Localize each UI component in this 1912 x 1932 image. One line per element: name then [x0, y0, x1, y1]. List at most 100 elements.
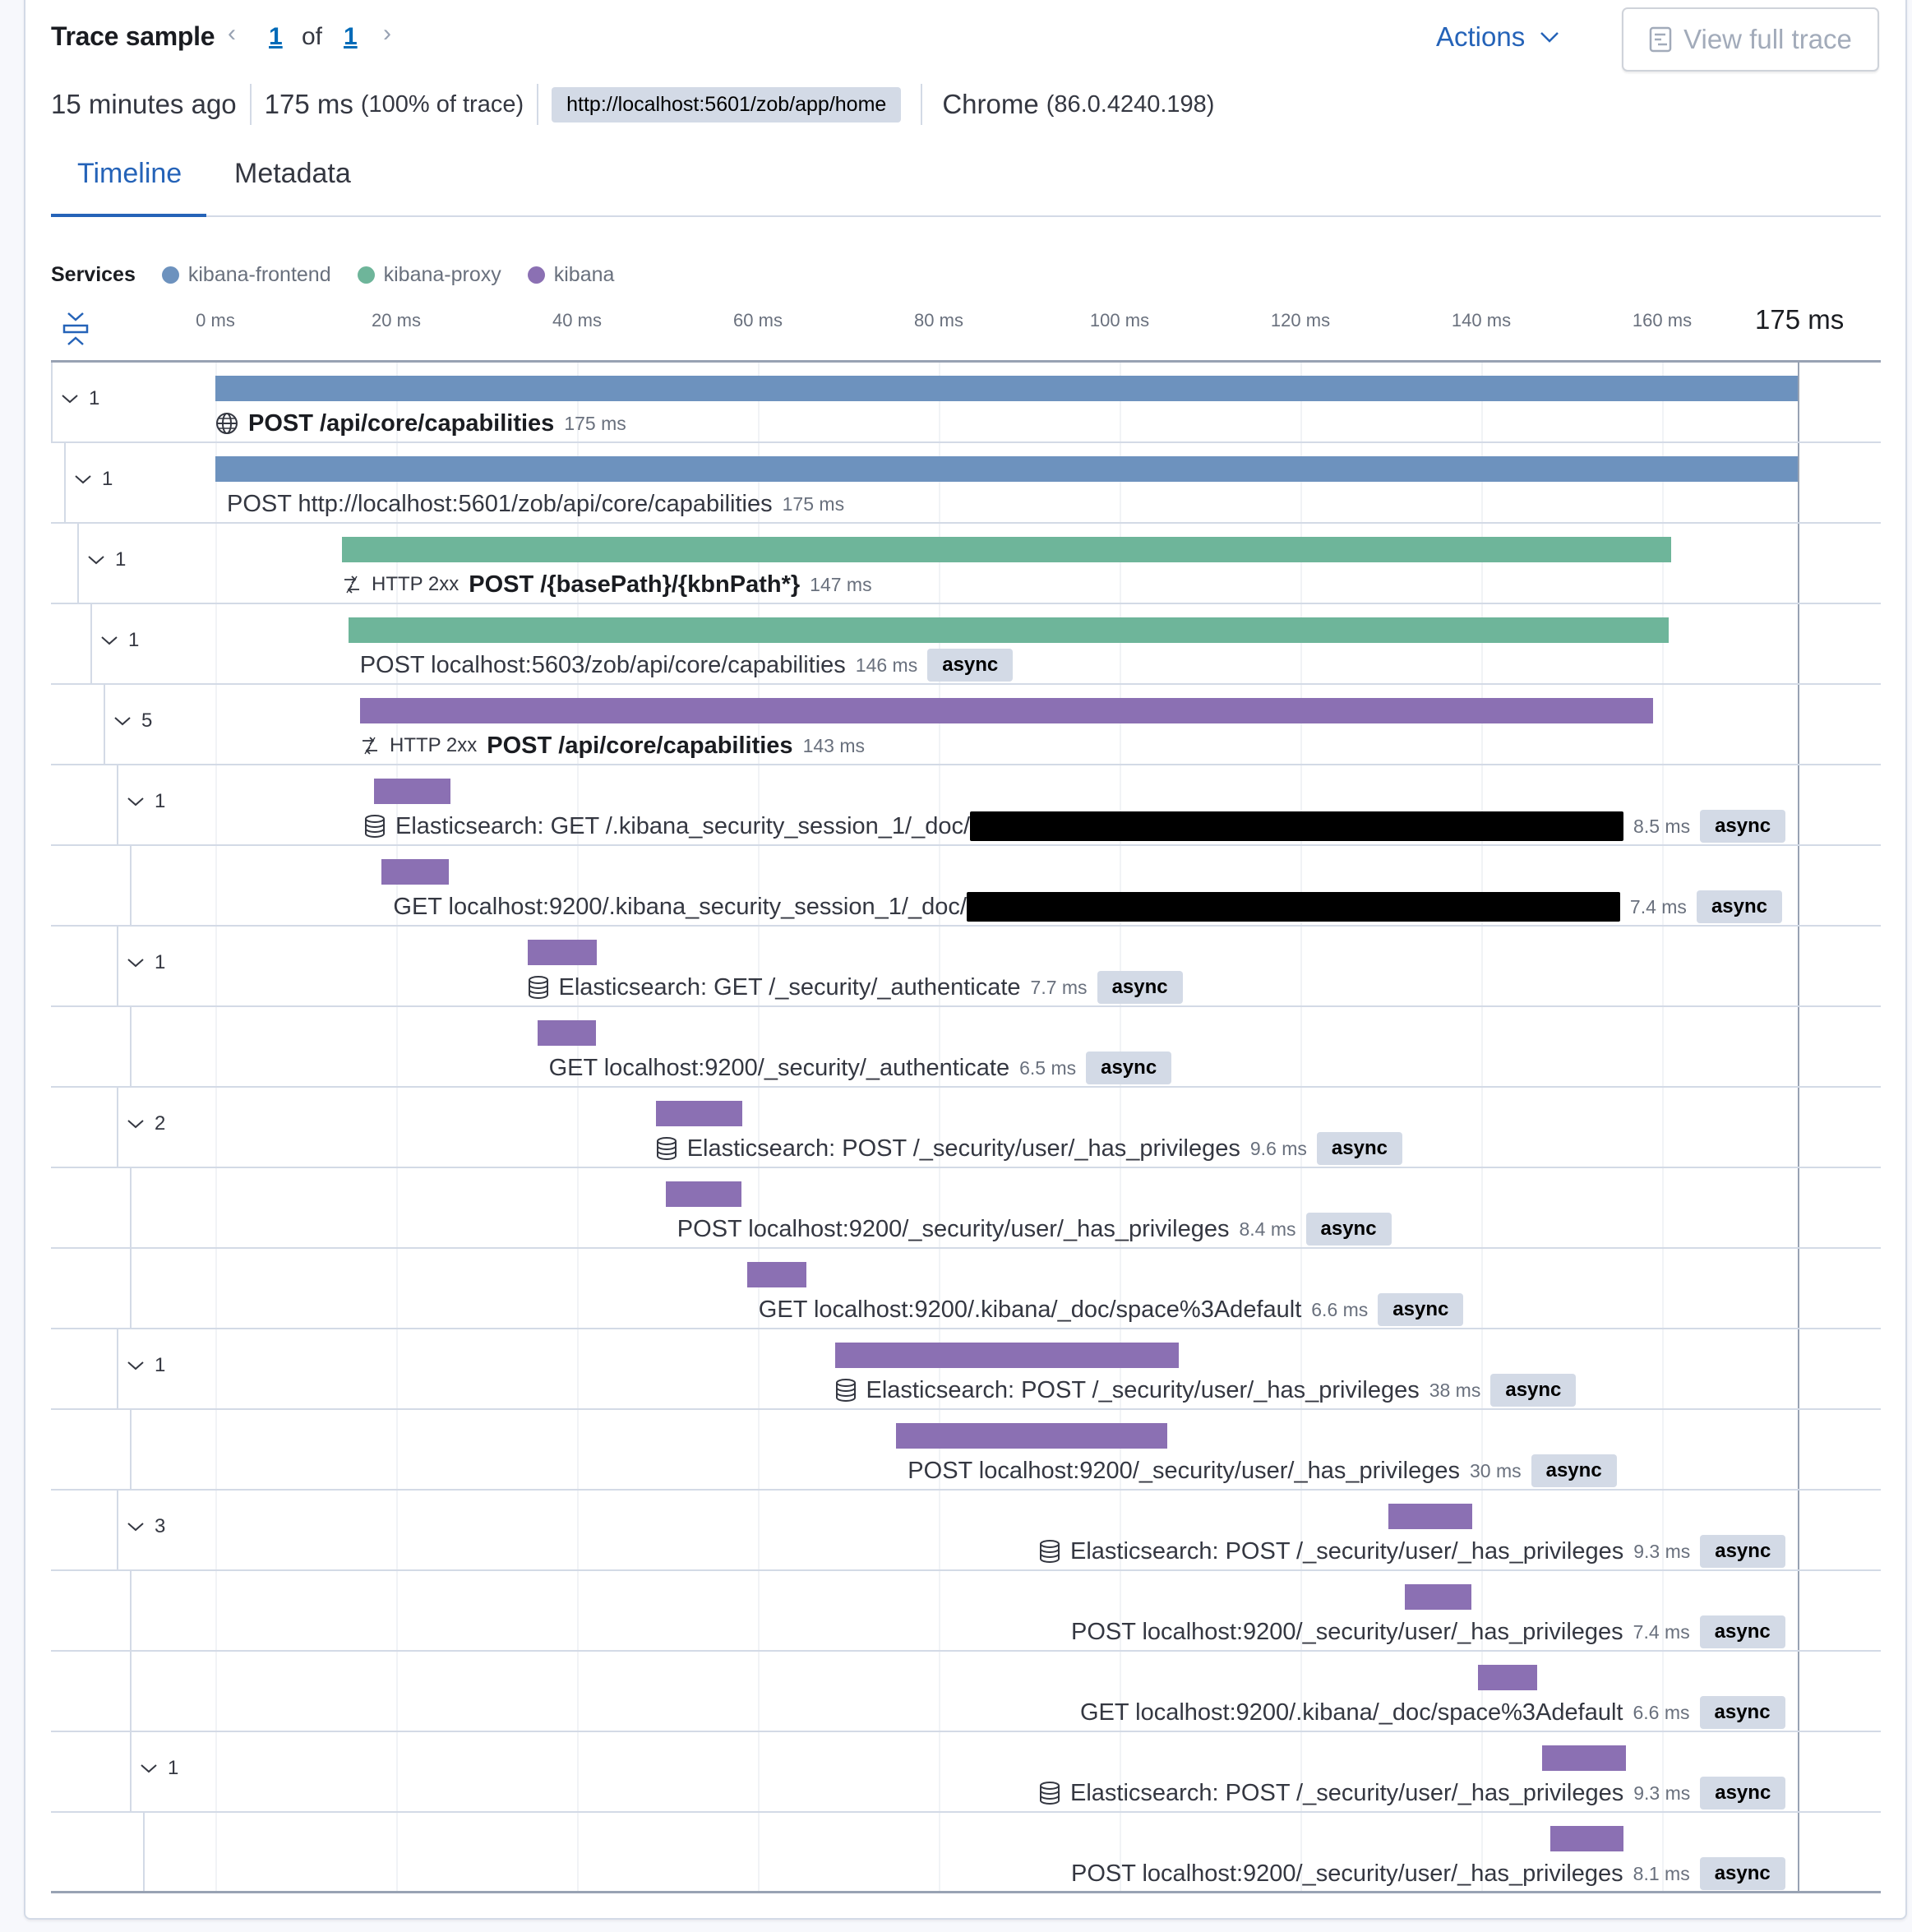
- waterfall-row[interactable]: 2 Elasticsearch: POST /_security/user/_ha…: [51, 1088, 1881, 1168]
- expand-toggle[interactable]: 1: [74, 468, 113, 491]
- span-label[interactable]: POST localhost:9200/_security/user/_has_…: [677, 1213, 1392, 1246]
- indent-guide: [117, 1491, 118, 1571]
- span-bar[interactable]: [1477, 1665, 1538, 1690]
- span-bar[interactable]: [381, 859, 449, 885]
- indent-guide: [130, 1410, 132, 1491]
- axis-end-label: 175 ms: [1755, 304, 1845, 335]
- async-badge: async: [1086, 1052, 1172, 1084]
- span-bar[interactable]: [834, 1343, 1179, 1368]
- url-badge[interactable]: http://localhost:5601/zob/app/home: [552, 86, 902, 122]
- waterfall-row[interactable]: 1 POST http://localhost:5601/zob/api/core…: [51, 443, 1881, 524]
- tabs-divider: [51, 215, 1881, 217]
- actions-button[interactable]: Actions: [1436, 21, 1559, 53]
- span-label[interactable]: POST localhost:5603/zob/api/core/capabil…: [360, 649, 1014, 682]
- span-label[interactable]: Elasticsearch: GET /_security/_authentic…: [528, 971, 1183, 1004]
- database-icon: [1039, 1540, 1060, 1563]
- expand-toggle[interactable]: 2: [127, 1112, 165, 1135]
- span-label[interactable]: POST localhost:9200/_security/user/_has_…: [1071, 1615, 1785, 1648]
- tab-timeline[interactable]: Timeline: [77, 158, 182, 190]
- collapse-all-icon[interactable]: [62, 312, 89, 346]
- expand-toggle[interactable]: 5: [113, 709, 152, 733]
- span-label[interactable]: POST localhost:9200/_security/user/_has_…: [908, 1454, 1617, 1487]
- span-bar[interactable]: [655, 1101, 743, 1126]
- waterfall-row[interactable]: 3 Elasticsearch: POST /_security/user/_ha…: [51, 1491, 1881, 1571]
- trace-sample-title: Trace sample: [51, 21, 215, 51]
- next-sample-icon[interactable]: ›: [383, 20, 391, 48]
- waterfall-row[interactable]: GET localhost:9200/.kibana_security_sess…: [51, 846, 1881, 927]
- span-label[interactable]: Elasticsearch: POST /_security/user/_has…: [656, 1132, 1402, 1165]
- span-name: POST localhost:9200/_security/user/_has_…: [1071, 1860, 1623, 1887]
- span-bar[interactable]: [746, 1262, 807, 1287]
- span-name: Elasticsearch: POST /_security/user/_has…: [1070, 1537, 1624, 1565]
- span-bar[interactable]: [527, 940, 598, 965]
- expand-toggle[interactable]: 1: [140, 1757, 178, 1780]
- waterfall-row[interactable]: GET localhost:9200/.kibana/_doc/space%3A…: [51, 1249, 1881, 1329]
- chevron-down-icon: [88, 556, 104, 565]
- span-label[interactable]: POST /api/core/capabilities 175 ms: [215, 409, 626, 438]
- waterfall-row[interactable]: POST localhost:9200/_security/user/_has_…: [51, 1410, 1881, 1491]
- waterfall-row[interactable]: POST localhost:9200/_security/user/_has_…: [51, 1813, 1881, 1893]
- waterfall-row[interactable]: 5 HTTP 2xx POST /api/core/capabilities 143 …: [51, 685, 1881, 765]
- span-label[interactable]: GET localhost:9200/.kibana_security_sess…: [393, 890, 1782, 923]
- span-name: Elasticsearch: POST /_security/user/_has…: [686, 1135, 1240, 1162]
- span-bar[interactable]: [1549, 1826, 1623, 1851]
- span-label[interactable]: HTTP 2xx POST /api/core/capabilities 143 m…: [360, 731, 865, 760]
- span-label[interactable]: HTTP 2xx POST /{basePath}/{kbnPath*} 147 m…: [342, 570, 872, 599]
- span-label[interactable]: GET localhost:9200/.kibana/_doc/space%3A…: [759, 1293, 1464, 1326]
- expand-toggle[interactable]: 1: [87, 548, 126, 571]
- expand-toggle[interactable]: 1: [127, 790, 165, 813]
- expand-toggle[interactable]: 1: [127, 951, 165, 974]
- span-name: POST localhost:9200/_security/user/_has_…: [1071, 1618, 1623, 1645]
- indent-guide: [117, 1329, 118, 1410]
- legend-item-kibana-proxy: kibana-proxy: [357, 263, 501, 287]
- span-bar[interactable]: [215, 456, 1798, 482]
- tab-metadata[interactable]: Metadata: [234, 158, 351, 190]
- waterfall-row[interactable]: 1 Elasticsearch: POST /_security/user/_ha…: [51, 1329, 1881, 1410]
- span-bar[interactable]: [896, 1423, 1168, 1449]
- waterfall-row[interactable]: POST localhost:9200/_security/user/_has_…: [51, 1571, 1881, 1652]
- waterfall-row[interactable]: POST localhost:9200/_security/user/_has_…: [51, 1168, 1881, 1249]
- span-bar[interactable]: [215, 376, 1798, 401]
- span-label[interactable]: POST localhost:9200/_security/user/_has_…: [1071, 1857, 1785, 1890]
- span-label[interactable]: POST http://localhost:5601/zob/api/core/…: [227, 489, 844, 519]
- waterfall-row[interactable]: 1 Elasticsearch: GET /.kibana_security_se…: [51, 765, 1881, 846]
- span-bar[interactable]: [348, 617, 1669, 643]
- waterfall-row[interactable]: GET localhost:9200/_security/_authentica…: [51, 1007, 1881, 1088]
- expand-toggle[interactable]: 1: [61, 387, 99, 410]
- expand-toggle[interactable]: 1: [100, 629, 139, 652]
- chevron-down-icon: [127, 1523, 144, 1532]
- span-label[interactable]: Elasticsearch: POST /_security/user/_has…: [1039, 1777, 1786, 1810]
- current-sample-link[interactable]: 1: [269, 23, 283, 51]
- waterfall-row[interactable]: GET localhost:9200/.kibana/_doc/space%3A…: [51, 1652, 1881, 1732]
- span-bar[interactable]: [360, 698, 1653, 723]
- previous-sample-icon[interactable]: ‹: [228, 20, 236, 48]
- view-full-trace-button[interactable]: View full trace: [1622, 7, 1879, 72]
- waterfall-row[interactable]: 1 POST localhost:5603/zob/api/core/capabi…: [51, 604, 1881, 685]
- span-label[interactable]: GET localhost:9200/_security/_authentica…: [549, 1052, 1172, 1084]
- total-samples-link[interactable]: 1: [344, 23, 358, 51]
- axis-tick-label: 140 ms: [1451, 310, 1512, 330]
- waterfall-row[interactable]: 1 Elasticsearch: POST /_security/user/_ha…: [51, 1732, 1881, 1813]
- span-label[interactable]: GET localhost:9200/.kibana/_doc/space%3A…: [1080, 1696, 1785, 1729]
- span-bar[interactable]: [665, 1181, 742, 1207]
- waterfall-row[interactable]: 1 POST /api/core/capabilities 175 ms: [51, 363, 1881, 443]
- span-duration: 175 ms: [564, 412, 626, 434]
- span-bar[interactable]: [342, 537, 1671, 562]
- span-bar[interactable]: [373, 779, 450, 804]
- expand-toggle[interactable]: 1: [127, 1354, 165, 1377]
- span-bar[interactable]: [1541, 1745, 1626, 1771]
- expand-toggle[interactable]: 3: [127, 1515, 165, 1538]
- span-label[interactable]: Elasticsearch: GET /.kibana_security_ses…: [364, 810, 1786, 843]
- span-label[interactable]: Elasticsearch: POST /_security/user/_has…: [835, 1374, 1577, 1407]
- waterfall-row[interactable]: 1 Elasticsearch: GET /_security/_authenti…: [51, 927, 1881, 1007]
- chevron-down-icon: [127, 959, 144, 968]
- span-name: GET localhost:9200/.kibana/_doc/space%3A…: [1080, 1699, 1623, 1726]
- span-bar[interactable]: [537, 1020, 597, 1046]
- async-badge: async: [1699, 1615, 1785, 1648]
- waterfall-row[interactable]: 1 HTTP 2xx POST /{basePath}/{kbnPath*} 147 …: [51, 524, 1881, 604]
- span-bar[interactable]: [1388, 1504, 1472, 1529]
- span-label[interactable]: Elasticsearch: POST /_security/user/_has…: [1039, 1535, 1786, 1568]
- indent-guide: [51, 363, 53, 443]
- span-bar[interactable]: [1404, 1584, 1471, 1610]
- chevron-down-icon: [101, 636, 118, 645]
